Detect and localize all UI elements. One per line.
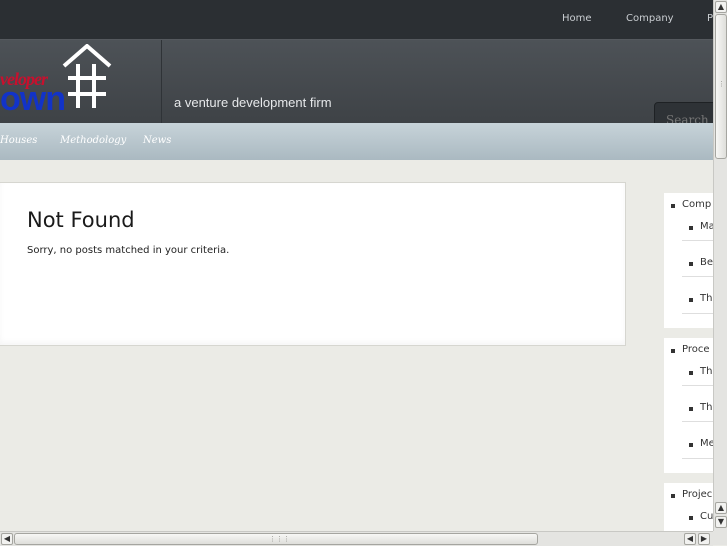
sidebar-widget-company: Comp Ma Be Th <box>664 193 713 328</box>
arrow-left-icon[interactable]: ◀ <box>1 533 13 545</box>
site-tagline: a venture development firm <box>174 95 332 110</box>
arrow-down-icon[interactable]: ▼ <box>715 516 727 528</box>
arrow-up-icon[interactable]: ▲ <box>715 1 727 13</box>
nav-link-home[interactable]: Home <box>562 13 592 24</box>
nav-link-company[interactable]: Company <box>626 13 674 24</box>
subnav-link-methodology[interactable]: Methodology <box>60 135 126 146</box>
not-found-message: Sorry, no posts matched in your criteria… <box>27 245 230 256</box>
widget-title[interactable]: Comp <box>670 199 711 210</box>
widget-item[interactable]: Me <box>689 438 713 449</box>
widget-divider <box>682 385 713 386</box>
content-panel: Not Found Sorry, no posts matched in you… <box>0 182 626 346</box>
widget-item[interactable]: Th <box>688 366 712 377</box>
widget-title[interactable]: Projec <box>670 489 712 500</box>
logo-text-bottom: own <box>0 80 66 118</box>
page-title: Not Found <box>27 208 135 232</box>
subnav-link-news[interactable]: News <box>143 135 171 146</box>
house-grid-icon <box>62 44 112 108</box>
site-header: veloper own a venture development firm <box>0 39 727 140</box>
widget-item[interactable]: Th <box>688 402 712 413</box>
widget-item[interactable]: Th <box>688 293 712 304</box>
widget-item[interactable]: Cu <box>688 511 713 522</box>
header-divider <box>161 40 162 124</box>
sub-nav-bar: Houses Methodology News <box>0 123 713 160</box>
site-logo[interactable]: veloper own <box>0 44 112 118</box>
widget-divider <box>682 458 713 459</box>
scrollbar-corner <box>713 531 727 545</box>
top-nav-bar: Home Company P <box>0 0 713 39</box>
widget-divider <box>682 276 713 277</box>
sidebar-widget-projects: Projec Cu <box>664 483 713 531</box>
vertical-scroll-thumb[interactable]: ⋮⋮ <box>715 14 727 159</box>
horizontal-scrollbar[interactable]: ◀ ⋮⋮⋮ ◀ ▶ <box>0 531 713 546</box>
subnav-link-houses[interactable]: Houses <box>0 135 37 146</box>
arrow-up-icon[interactable]: ▲ <box>715 502 727 514</box>
grip-icon: ⋮⋮⋮ <box>269 535 290 543</box>
arrow-left-icon[interactable]: ◀ <box>684 533 696 545</box>
widget-divider <box>682 421 713 422</box>
widget-divider <box>682 313 713 314</box>
sidebar-widget-process: Proce Th Th Me <box>664 338 713 473</box>
widget-title[interactable]: Proce <box>671 344 710 355</box>
widget-item[interactable]: Ma <box>689 221 713 232</box>
widget-item[interactable]: Be <box>688 257 713 268</box>
widget-divider <box>682 240 713 241</box>
arrow-right-icon[interactable]: ▶ <box>698 533 710 545</box>
vertical-scrollbar[interactable]: ▲ ⋮⋮ ▲ ▼ <box>713 0 727 531</box>
horizontal-scroll-thumb[interactable]: ⋮⋮⋮ <box>14 533 538 545</box>
grip-icon: ⋮⋮ <box>718 80 727 88</box>
